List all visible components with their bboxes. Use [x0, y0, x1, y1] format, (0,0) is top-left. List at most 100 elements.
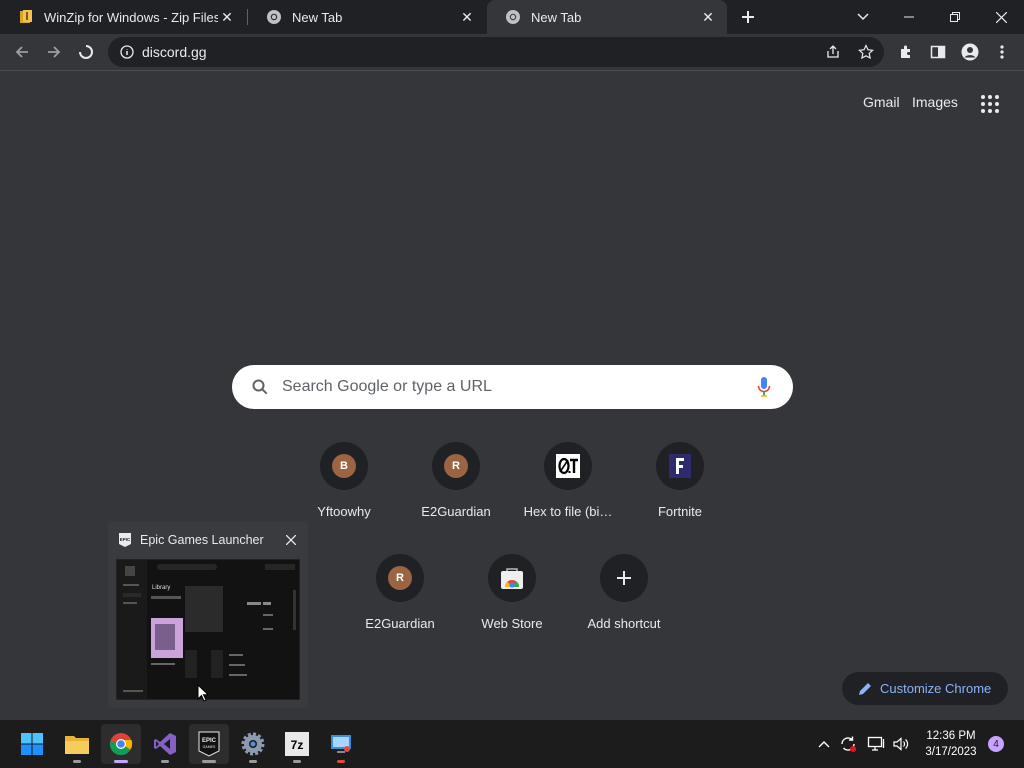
microphone-icon[interactable] — [757, 377, 771, 397]
window-thumbnail[interactable]: Library — [116, 559, 300, 700]
shortcut-icon-circle — [544, 442, 592, 490]
shortcut-icon-circle — [656, 442, 704, 490]
taskbar-epic-games[interactable]: EPIC GAMES — [189, 724, 229, 764]
search-icon — [252, 379, 268, 395]
menu-button[interactable] — [988, 38, 1016, 66]
taskbar-clock[interactable]: 12:36 PM 3/17/2023 — [916, 728, 986, 760]
info-icon[interactable] — [120, 45, 134, 59]
stop-loading-button[interactable] — [72, 38, 100, 66]
chrome-icon — [109, 733, 133, 756]
network-icon — [867, 736, 885, 751]
close-tab-icon[interactable]: ✕ — [218, 8, 236, 26]
letter-avatar: R — [388, 566, 412, 590]
shortcut-tile[interactable]: Hex to file (bi… — [512, 432, 624, 544]
tab-new-tab-active[interactable]: New Tab ✕ — [487, 0, 727, 34]
chevron-down-icon — [857, 13, 869, 21]
chrome-icon — [266, 9, 282, 25]
file-explorer-icon — [65, 736, 89, 754]
search-placeholder: Search Google or type a URL — [282, 378, 492, 395]
settings-icon — [241, 732, 265, 756]
forward-arrow-icon — [48, 46, 61, 58]
restore-button[interactable] — [932, 0, 978, 34]
tray-network-button[interactable] — [864, 720, 888, 768]
epic-games-icon: EPICGAMES — [198, 731, 220, 757]
apps-grid-icon — [981, 95, 999, 113]
close-window-button[interactable] — [978, 0, 1024, 34]
google-apps-button[interactable] — [978, 92, 1002, 116]
taskbar-7zip[interactable]: 7z — [277, 724, 317, 764]
profile-icon — [961, 43, 979, 61]
side-panel-icon — [930, 45, 946, 59]
tab-winzip[interactable]: WinZip for Windows - Zip Files, U ✕ — [0, 0, 246, 34]
active-indicator — [114, 760, 128, 763]
tab-search-button[interactable] — [840, 0, 886, 34]
kebab-menu-icon — [1000, 45, 1004, 59]
thumbnail-library-label: Library — [152, 585, 171, 591]
start-button[interactable] — [12, 724, 52, 764]
clock-time: 12:36 PM — [926, 730, 976, 742]
loading-spinner-icon — [79, 45, 93, 59]
notification-badge[interactable]: 4 — [988, 736, 1004, 752]
fortnite-favicon — [669, 454, 691, 478]
customize-chrome-button[interactable]: Customize Chrome — [842, 672, 1008, 705]
running-indicator — [73, 760, 81, 763]
sync-icon — [841, 736, 856, 752]
running-indicator — [293, 760, 301, 763]
taskbar-settings[interactable] — [233, 724, 273, 764]
taskbar-file-explorer[interactable] — [57, 724, 97, 764]
shortcut-tile[interactable]: Web Store — [456, 544, 568, 656]
customize-chrome-label: Customize Chrome — [880, 681, 992, 696]
side-panel-button[interactable] — [924, 38, 952, 66]
tab-title: New Tab — [531, 9, 582, 25]
close-tab-icon[interactable]: ✕ — [699, 8, 717, 26]
shortcut-icon-circle — [488, 554, 536, 602]
plus-icon — [742, 11, 754, 23]
svg-text:7z: 7z — [291, 738, 304, 752]
show-hidden-icons-button[interactable] — [814, 720, 834, 768]
minimize-icon — [904, 16, 914, 18]
new-tab-button[interactable] — [725, 0, 771, 34]
taskbar-remote-desktop[interactable] — [321, 724, 361, 764]
tray-volume-button[interactable] — [890, 720, 912, 768]
windows-taskbar: EPIC GAMES 7z 12:36 PM 3/17/2023 — [0, 720, 1024, 768]
7zip-icon: 7z — [285, 732, 309, 756]
volume-icon — [893, 737, 909, 751]
shortcut-tile[interactable]: R E2Guardian — [344, 544, 456, 656]
taskbar-thumbnail-preview[interactable]: EPIC Epic Games Launcher Library — [108, 522, 308, 708]
back-button[interactable] — [8, 38, 36, 66]
forward-button[interactable] — [40, 38, 68, 66]
shortcut-tile[interactable]: Fortnite — [624, 432, 736, 544]
close-preview-button[interactable] — [283, 532, 299, 548]
share-icon[interactable] — [825, 44, 841, 60]
shortcut-label: E2Guardian — [421, 504, 491, 519]
tab-title: WinZip for Windows - Zip Files, U — [44, 9, 218, 25]
tray-sync-button[interactable] — [836, 720, 860, 768]
add-shortcut-button[interactable]: Add shortcut — [568, 544, 680, 656]
shortcut-label: Hex to file (bi… — [523, 504, 613, 519]
close-icon — [286, 535, 296, 545]
close-tab-icon[interactable]: ✕ — [458, 8, 476, 26]
puzzle-icon — [901, 45, 910, 58]
address-bar[interactable]: discord.gg — [108, 37, 884, 67]
plus-icon — [617, 571, 631, 585]
gmail-link[interactable]: Gmail — [863, 94, 900, 110]
shortcut-label: Add shortcut — [587, 616, 661, 631]
running-indicator — [161, 760, 169, 763]
minimize-button[interactable] — [886, 0, 932, 34]
extensions-button[interactable] — [892, 38, 920, 66]
visual-studio-icon — [154, 733, 176, 755]
search-box[interactable]: Search Google or type a URL — [232, 365, 793, 409]
webstore-icon — [500, 566, 524, 590]
bookmark-star-icon[interactable] — [858, 44, 874, 60]
chevron-up-icon — [818, 741, 830, 748]
shortcut-label: Fortnite — [657, 504, 703, 519]
images-link[interactable]: Images — [912, 94, 958, 110]
profile-button[interactable] — [956, 38, 984, 66]
chrome-icon — [505, 9, 521, 25]
taskbar-chrome[interactable] — [101, 724, 141, 764]
shortcut-tile[interactable]: R E2Guardian — [400, 432, 512, 544]
taskbar-visual-studio[interactable] — [145, 724, 185, 764]
svg-text:GAMES: GAMES — [203, 745, 216, 749]
tab-new-tab-1[interactable]: New Tab ✕ — [248, 0, 486, 34]
preview-title: Epic Games Launcher — [140, 533, 264, 547]
